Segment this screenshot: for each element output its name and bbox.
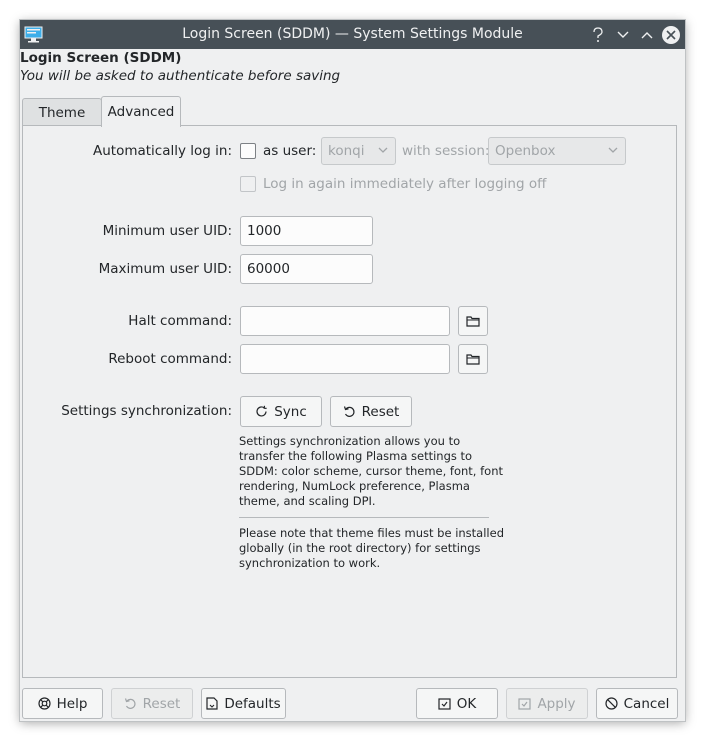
undo-icon bbox=[343, 406, 355, 417]
install-note-line: Please note that theme files must be ins… bbox=[239, 526, 504, 540]
relogin-checkbox[interactable] bbox=[240, 176, 256, 192]
min-uid-label: Minimum user UID: bbox=[102, 223, 232, 239]
close-icon[interactable] bbox=[660, 24, 682, 46]
relogin-label: Log in again immediately after logging o… bbox=[263, 176, 547, 192]
autologin-label: Automatically log in: bbox=[92, 143, 232, 159]
autologin-checkbox[interactable] bbox=[240, 143, 256, 159]
maximize-icon[interactable] bbox=[636, 24, 658, 46]
page-subtitle: You will be asked to authenticate before… bbox=[20, 68, 341, 84]
cancel-icon bbox=[605, 697, 618, 710]
min-uid-field[interactable]: 1000 bbox=[240, 216, 373, 246]
help-icon[interactable] bbox=[587, 24, 609, 46]
sync-note-line: theme, and scaling DPI. bbox=[239, 494, 376, 508]
minimize-icon[interactable] bbox=[612, 24, 634, 46]
user-combo-value: konqi bbox=[328, 143, 365, 159]
reset-button-label: Reset bbox=[142, 695, 181, 712]
ok-button[interactable]: OK bbox=[416, 688, 498, 719]
sync-description: Settings synchronization allows you to t… bbox=[239, 434, 503, 509]
sync-note-line: rendering, NumLock preference, Plasma bbox=[239, 479, 470, 493]
halt-command-field[interactable] bbox=[240, 306, 450, 336]
document-revert-icon bbox=[206, 697, 218, 710]
install-note-line: synchronization to work. bbox=[239, 556, 381, 570]
apply-icon bbox=[518, 697, 532, 710]
help-button-label: Help bbox=[56, 695, 88, 712]
sync-reset-button[interactable]: Reset bbox=[330, 396, 412, 427]
ok-button-label: OK bbox=[456, 695, 477, 712]
note-separator bbox=[239, 517, 489, 518]
install-note-line: globally (in the root directory) for set… bbox=[239, 541, 481, 555]
lifebuoy-icon bbox=[38, 697, 51, 710]
page-title: Login Screen (SDDM) bbox=[20, 50, 182, 66]
chevron-down-icon bbox=[608, 147, 618, 153]
chevron-down-icon bbox=[378, 147, 388, 153]
folder-icon bbox=[466, 316, 480, 327]
sync-note-line: SDDM: color scheme, cursor theme, font, … bbox=[239, 464, 503, 478]
title-bar[interactable]: Login Screen (SDDM) — System Settings Mo… bbox=[20, 20, 685, 49]
window-title: Login Screen (SDDM) — System Settings Mo… bbox=[182, 26, 523, 42]
user-combo[interactable]: konqi bbox=[321, 137, 396, 165]
halt-command-label: Halt command: bbox=[128, 313, 232, 329]
ok-icon bbox=[438, 697, 451, 710]
sync-button[interactable]: Sync bbox=[240, 396, 322, 427]
undo-icon bbox=[124, 698, 136, 709]
defaults-button-label: Defaults bbox=[224, 695, 281, 712]
settings-window: Login Screen (SDDM) — System Settings Mo… bbox=[20, 20, 685, 721]
advanced-panel: Automatically log in: as user: konqi wit… bbox=[22, 125, 677, 678]
max-uid-field[interactable]: 60000 bbox=[240, 254, 373, 284]
session-combo[interactable]: Openbox bbox=[488, 137, 626, 165]
max-uid-label: Maximum user UID: bbox=[98, 261, 232, 277]
with-session-label: with session: bbox=[402, 143, 490, 159]
session-combo-value: Openbox bbox=[495, 143, 556, 159]
sync-label: Settings synchronization: bbox=[61, 403, 232, 419]
sync-reset-button-label: Reset bbox=[361, 403, 400, 420]
tab-advanced[interactable]: Advanced bbox=[101, 96, 181, 127]
reboot-command-label: Reboot command: bbox=[108, 351, 232, 367]
sync-note-line: Settings synchronization allows you to bbox=[239, 434, 461, 448]
defaults-button[interactable]: Defaults bbox=[201, 688, 286, 719]
halt-browse-button[interactable] bbox=[458, 306, 488, 336]
sync-icon bbox=[256, 405, 267, 417]
as-user-label: as user: bbox=[263, 143, 317, 159]
reboot-browse-button[interactable] bbox=[458, 344, 488, 374]
sync-button-label: Sync bbox=[274, 403, 307, 420]
sync-note-line: transfer the following Plasma settings t… bbox=[239, 449, 473, 463]
install-note: Please note that theme files must be ins… bbox=[239, 526, 504, 571]
reboot-command-field[interactable] bbox=[240, 344, 450, 374]
cancel-button[interactable]: Cancel bbox=[596, 688, 678, 719]
reset-button[interactable]: Reset bbox=[111, 688, 193, 719]
help-button[interactable]: Help bbox=[22, 688, 103, 719]
tab-theme[interactable]: Theme bbox=[22, 98, 102, 126]
folder-icon bbox=[466, 354, 480, 365]
apply-button-label: Apply bbox=[537, 695, 576, 712]
cancel-button-label: Cancel bbox=[623, 695, 670, 712]
apply-button[interactable]: Apply bbox=[506, 688, 588, 719]
